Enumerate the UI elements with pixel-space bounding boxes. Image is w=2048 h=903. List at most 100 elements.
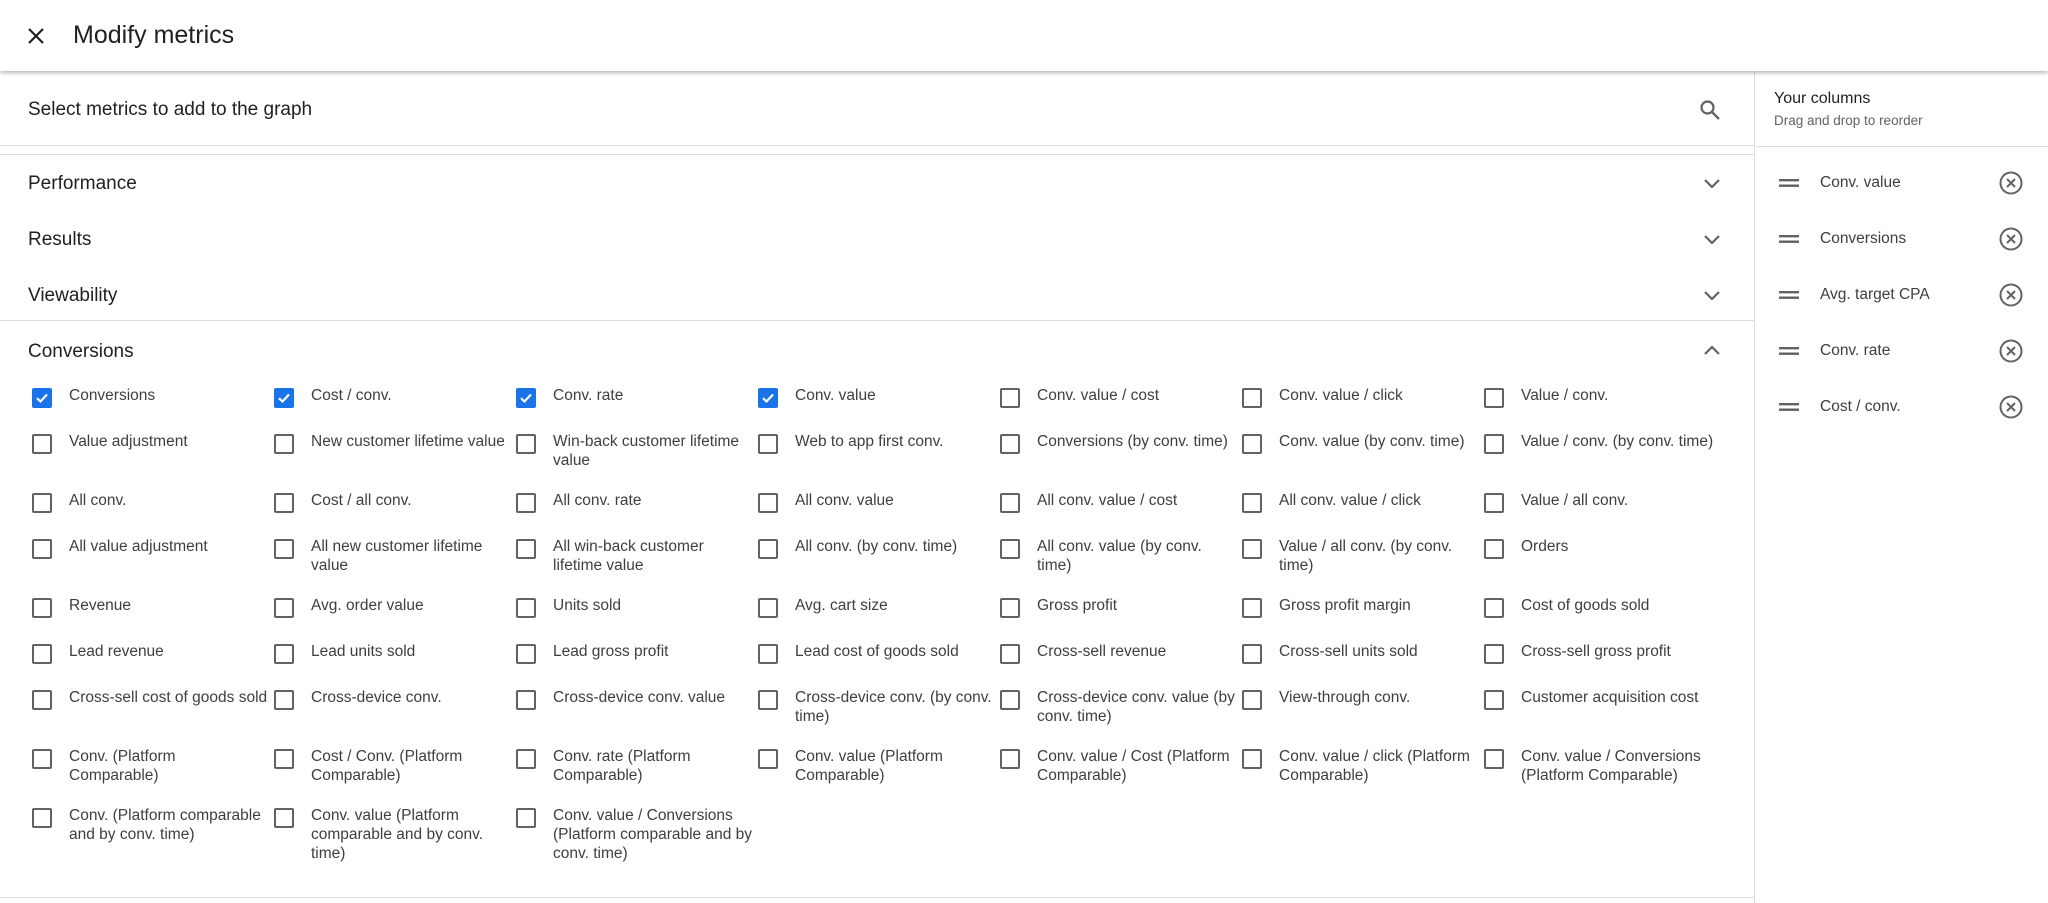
checkbox[interactable] (1484, 493, 1504, 513)
checkbox[interactable] (516, 808, 536, 828)
selected-column-item[interactable]: Avg. target CPA (1756, 267, 2048, 323)
drag-handle-icon[interactable] (1778, 229, 1800, 249)
metric-label: Cross-sell gross profit (1521, 643, 1671, 660)
remove-column-button[interactable] (1998, 170, 2024, 196)
checkbox[interactable] (1484, 539, 1504, 559)
checkbox[interactable] (1000, 388, 1020, 408)
checkbox[interactable] (1242, 539, 1262, 559)
checkbox[interactable] (274, 644, 294, 664)
close-icon (28, 28, 44, 44)
checkbox[interactable] (32, 690, 52, 710)
checkbox[interactable] (1242, 690, 1262, 710)
check-icon (762, 393, 774, 404)
checkbox[interactable] (516, 749, 536, 769)
selected-column-item[interactable]: Cost / conv. (1756, 379, 2048, 435)
checkbox[interactable] (516, 598, 536, 618)
checkbox[interactable] (1000, 539, 1020, 559)
your-columns-subtitle: Drag and drop to reorder (1774, 113, 1923, 128)
checkbox[interactable] (1484, 388, 1504, 408)
checkbox[interactable] (516, 493, 536, 513)
close-button[interactable] (20, 20, 52, 52)
checkbox[interactable] (1242, 434, 1262, 454)
your-columns-panel: Your columns Drag and drop to reorder Co… (1756, 71, 2048, 903)
metric-label: Conversions (by conv. time) (1037, 433, 1228, 450)
checkbox-checked[interactable] (274, 388, 294, 408)
drag-handle-icon[interactable] (1778, 341, 1800, 361)
remove-circle-icon (1999, 227, 2023, 251)
checkbox[interactable] (1242, 644, 1262, 664)
metric-label: Avg. cart size (795, 597, 888, 614)
metric-label: Cross-device conv. (311, 689, 442, 706)
checkbox[interactable] (516, 434, 536, 454)
remove-column-button[interactable] (1998, 226, 2024, 252)
metric-label: Avg. order value (311, 597, 424, 614)
checkbox[interactable] (758, 690, 778, 710)
checkbox[interactable] (1484, 749, 1504, 769)
checkbox[interactable] (274, 808, 294, 828)
checkbox[interactable] (1000, 598, 1020, 618)
metric-label: View-through conv. (1279, 689, 1411, 706)
checkbox[interactable] (1242, 749, 1262, 769)
remove-circle-icon (1999, 283, 2023, 307)
checkbox[interactable] (274, 539, 294, 559)
checkbox[interactable] (1000, 749, 1020, 769)
metric-label: All win-back customer lifetime value (553, 538, 704, 574)
metric-label: Units sold (553, 597, 622, 614)
checkbox[interactable] (758, 434, 778, 454)
checkbox[interactable] (1484, 598, 1504, 618)
checkbox[interactable] (274, 493, 294, 513)
selected-column-item[interactable]: Conv. value (1756, 155, 2048, 211)
checkbox[interactable] (32, 598, 52, 618)
checkbox[interactable] (1000, 644, 1020, 664)
metric-label: Lead cost of goods sold (795, 643, 959, 660)
metric-label: Conv. value / click (Platform Comparable… (1279, 748, 1470, 784)
drag-handle-icon[interactable] (1778, 285, 1800, 305)
checkbox[interactable] (1484, 644, 1504, 664)
checkbox[interactable] (32, 539, 52, 559)
checkbox[interactable] (274, 434, 294, 454)
drag-handle-icon[interactable] (1778, 173, 1800, 193)
checkbox[interactable] (274, 598, 294, 618)
checkbox[interactable] (758, 539, 778, 559)
checkbox[interactable] (1000, 690, 1020, 710)
section-viewability[interactable]: Viewability (0, 267, 1754, 323)
checkbox[interactable] (1484, 690, 1504, 710)
checkbox-checked[interactable] (758, 388, 778, 408)
checkbox[interactable] (758, 493, 778, 513)
section-conversions[interactable]: Conversions (0, 323, 1754, 379)
checkbox[interactable] (516, 690, 536, 710)
drag-handle-icon[interactable] (1778, 397, 1800, 417)
metric-label: Value / all conv. (1521, 492, 1629, 509)
checkbox[interactable] (516, 539, 536, 559)
checkbox[interactable] (1242, 598, 1262, 618)
checkbox[interactable] (32, 808, 52, 828)
checkbox-checked[interactable] (516, 388, 536, 408)
checkbox[interactable] (1242, 388, 1262, 408)
checkbox[interactable] (274, 690, 294, 710)
selected-column-label: Cost / conv. (1820, 398, 1901, 415)
selected-column-item[interactable]: Conv. rate (1756, 323, 2048, 379)
remove-column-button[interactable] (1998, 394, 2024, 420)
checkbox[interactable] (516, 644, 536, 664)
metric-label: Win-back customer lifetime value (553, 433, 740, 469)
checkbox[interactable] (1242, 493, 1262, 513)
checkbox[interactable] (758, 598, 778, 618)
search-button[interactable] (1696, 96, 1724, 124)
checkbox[interactable] (758, 644, 778, 664)
checkbox[interactable] (274, 749, 294, 769)
checkbox[interactable] (32, 493, 52, 513)
checkbox[interactable] (758, 749, 778, 769)
section-results[interactable]: Results (0, 211, 1754, 267)
remove-column-button[interactable] (1998, 338, 2024, 364)
selected-column-item[interactable]: Conversions (1756, 211, 2048, 267)
section-performance[interactable]: Performance (0, 155, 1754, 211)
checkbox[interactable] (32, 644, 52, 664)
metric-label: Conv. value / Conversions (Platform Comp… (1521, 748, 1701, 784)
checkbox[interactable] (1000, 434, 1020, 454)
checkbox[interactable] (1484, 434, 1504, 454)
checkbox[interactable] (32, 749, 52, 769)
checkbox[interactable] (32, 434, 52, 454)
remove-column-button[interactable] (1998, 282, 2024, 308)
checkbox[interactable] (1000, 493, 1020, 513)
checkbox-checked[interactable] (32, 388, 52, 408)
